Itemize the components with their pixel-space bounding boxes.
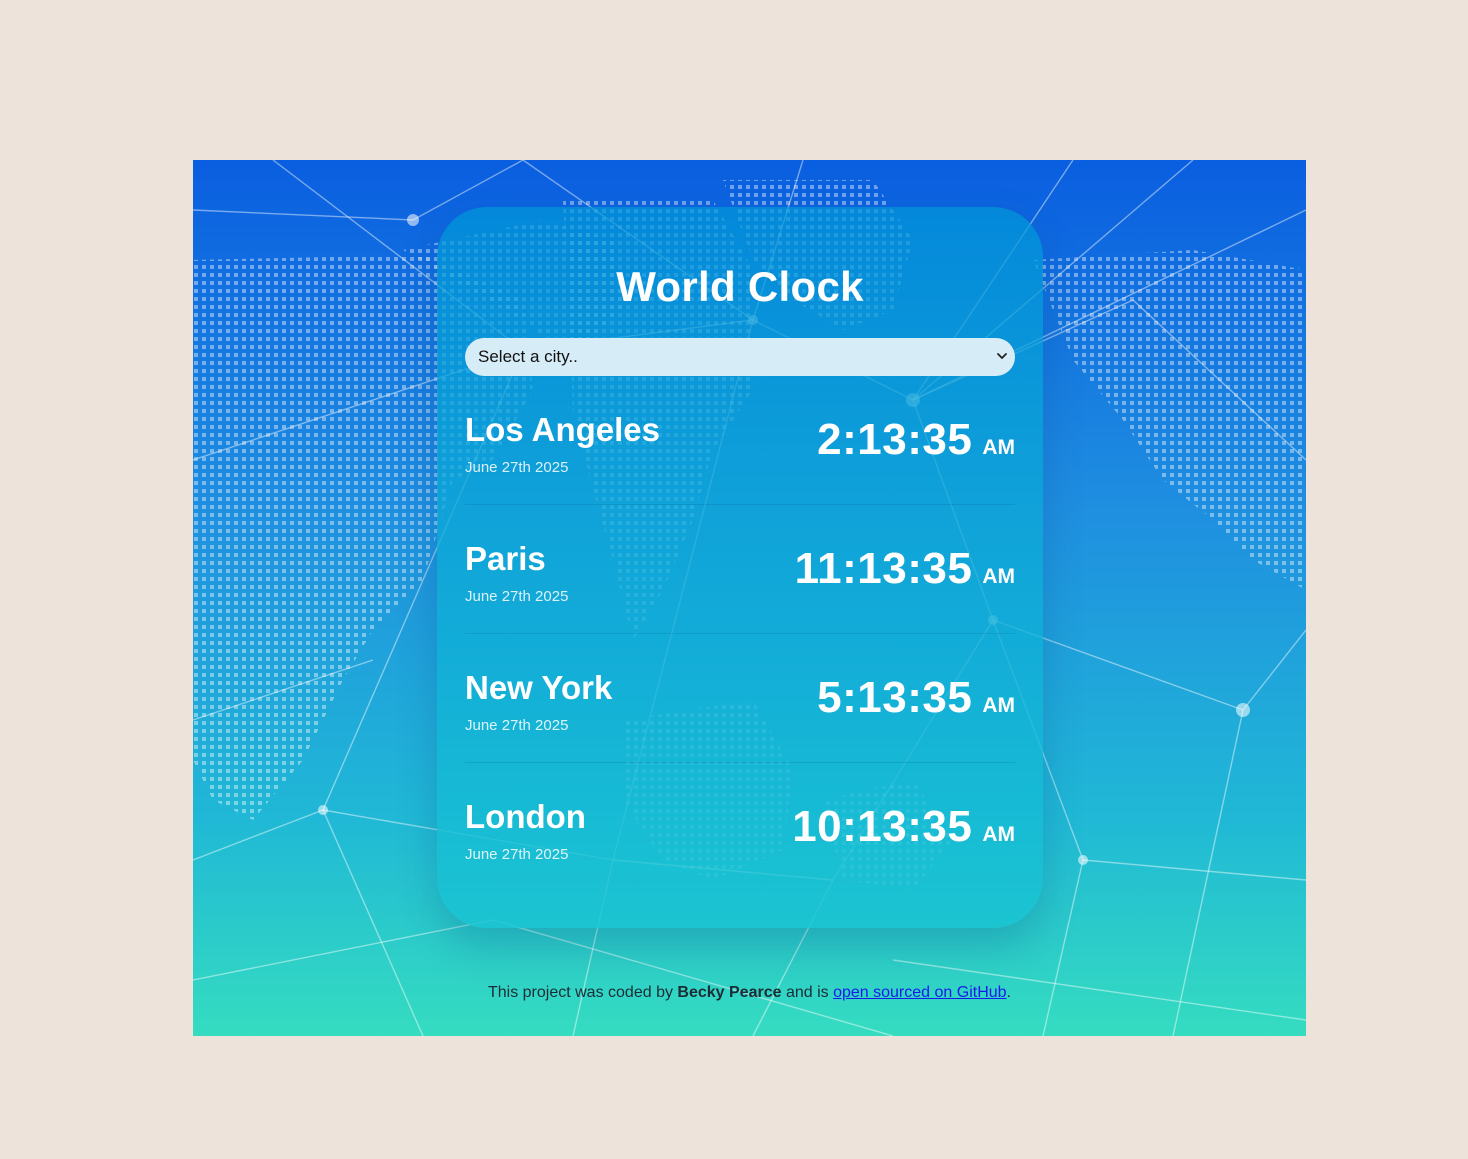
city-select-placeholder: Select a city.. <box>478 347 578 366</box>
city-date: June 27th 2025 <box>465 588 569 605</box>
footer-author: Becky Pearce <box>677 984 782 1001</box>
app-background: World Clock Select a city.. Los Angeles … <box>193 160 1306 1036</box>
city-row-london: London June 27th 2025 10:13:35 AM <box>465 763 1015 891</box>
city-select[interactable]: Select a city.. <box>465 338 1015 376</box>
footer-prefix: This project was coded by <box>487 984 678 1001</box>
world-clock-card: World Clock Select a city.. Los Angeles … <box>437 207 1043 928</box>
city-time: 10:13:35 AM <box>792 803 1015 851</box>
page-title: World Clock <box>616 263 864 310</box>
city-row-paris: Paris June 27th 2025 11:13:35 AM <box>465 505 1015 634</box>
city-date: June 27th 2025 <box>465 846 569 863</box>
github-link[interactable]: open sourced on GitHub <box>833 984 1006 1001</box>
footer: This project was coded by Becky Pearce a… <box>193 984 1306 1002</box>
city-name: London <box>465 798 586 835</box>
am-pm-label: AM <box>982 565 1015 588</box>
city-row-los-angeles: Los Angeles June 27th 2025 2:13:35 AM <box>465 376 1015 505</box>
chevron-down-icon <box>997 353 1007 359</box>
footer-middle: and is <box>781 984 834 1001</box>
city-date: June 27th 2025 <box>465 717 569 734</box>
city-list: Los Angeles June 27th 2025 2:13:35 AM Par… <box>465 376 1015 891</box>
city-time: 11:13:35 AM <box>795 545 1015 593</box>
am-pm-label: AM <box>982 823 1015 846</box>
time-value: 11:13:35 <box>794 544 973 593</box>
city-time: 2:13:35 AM <box>817 416 1015 464</box>
city-name: Los Angeles <box>465 411 660 448</box>
city-name: Paris <box>465 540 546 577</box>
time-value: 2:13:35 <box>817 415 973 464</box>
time-value: 5:13:35 <box>817 673 973 722</box>
city-name: New York <box>465 669 613 706</box>
am-pm-label: AM <box>982 694 1015 717</box>
time-value: 10:13:35 <box>792 802 973 851</box>
city-row-new-york: New York June 27th 2025 5:13:35 AM <box>465 634 1015 763</box>
city-date: June 27th 2025 <box>465 459 569 476</box>
footer-suffix: . <box>1006 984 1011 1001</box>
city-time: 5:13:35 AM <box>817 674 1015 722</box>
am-pm-label: AM <box>982 436 1015 459</box>
